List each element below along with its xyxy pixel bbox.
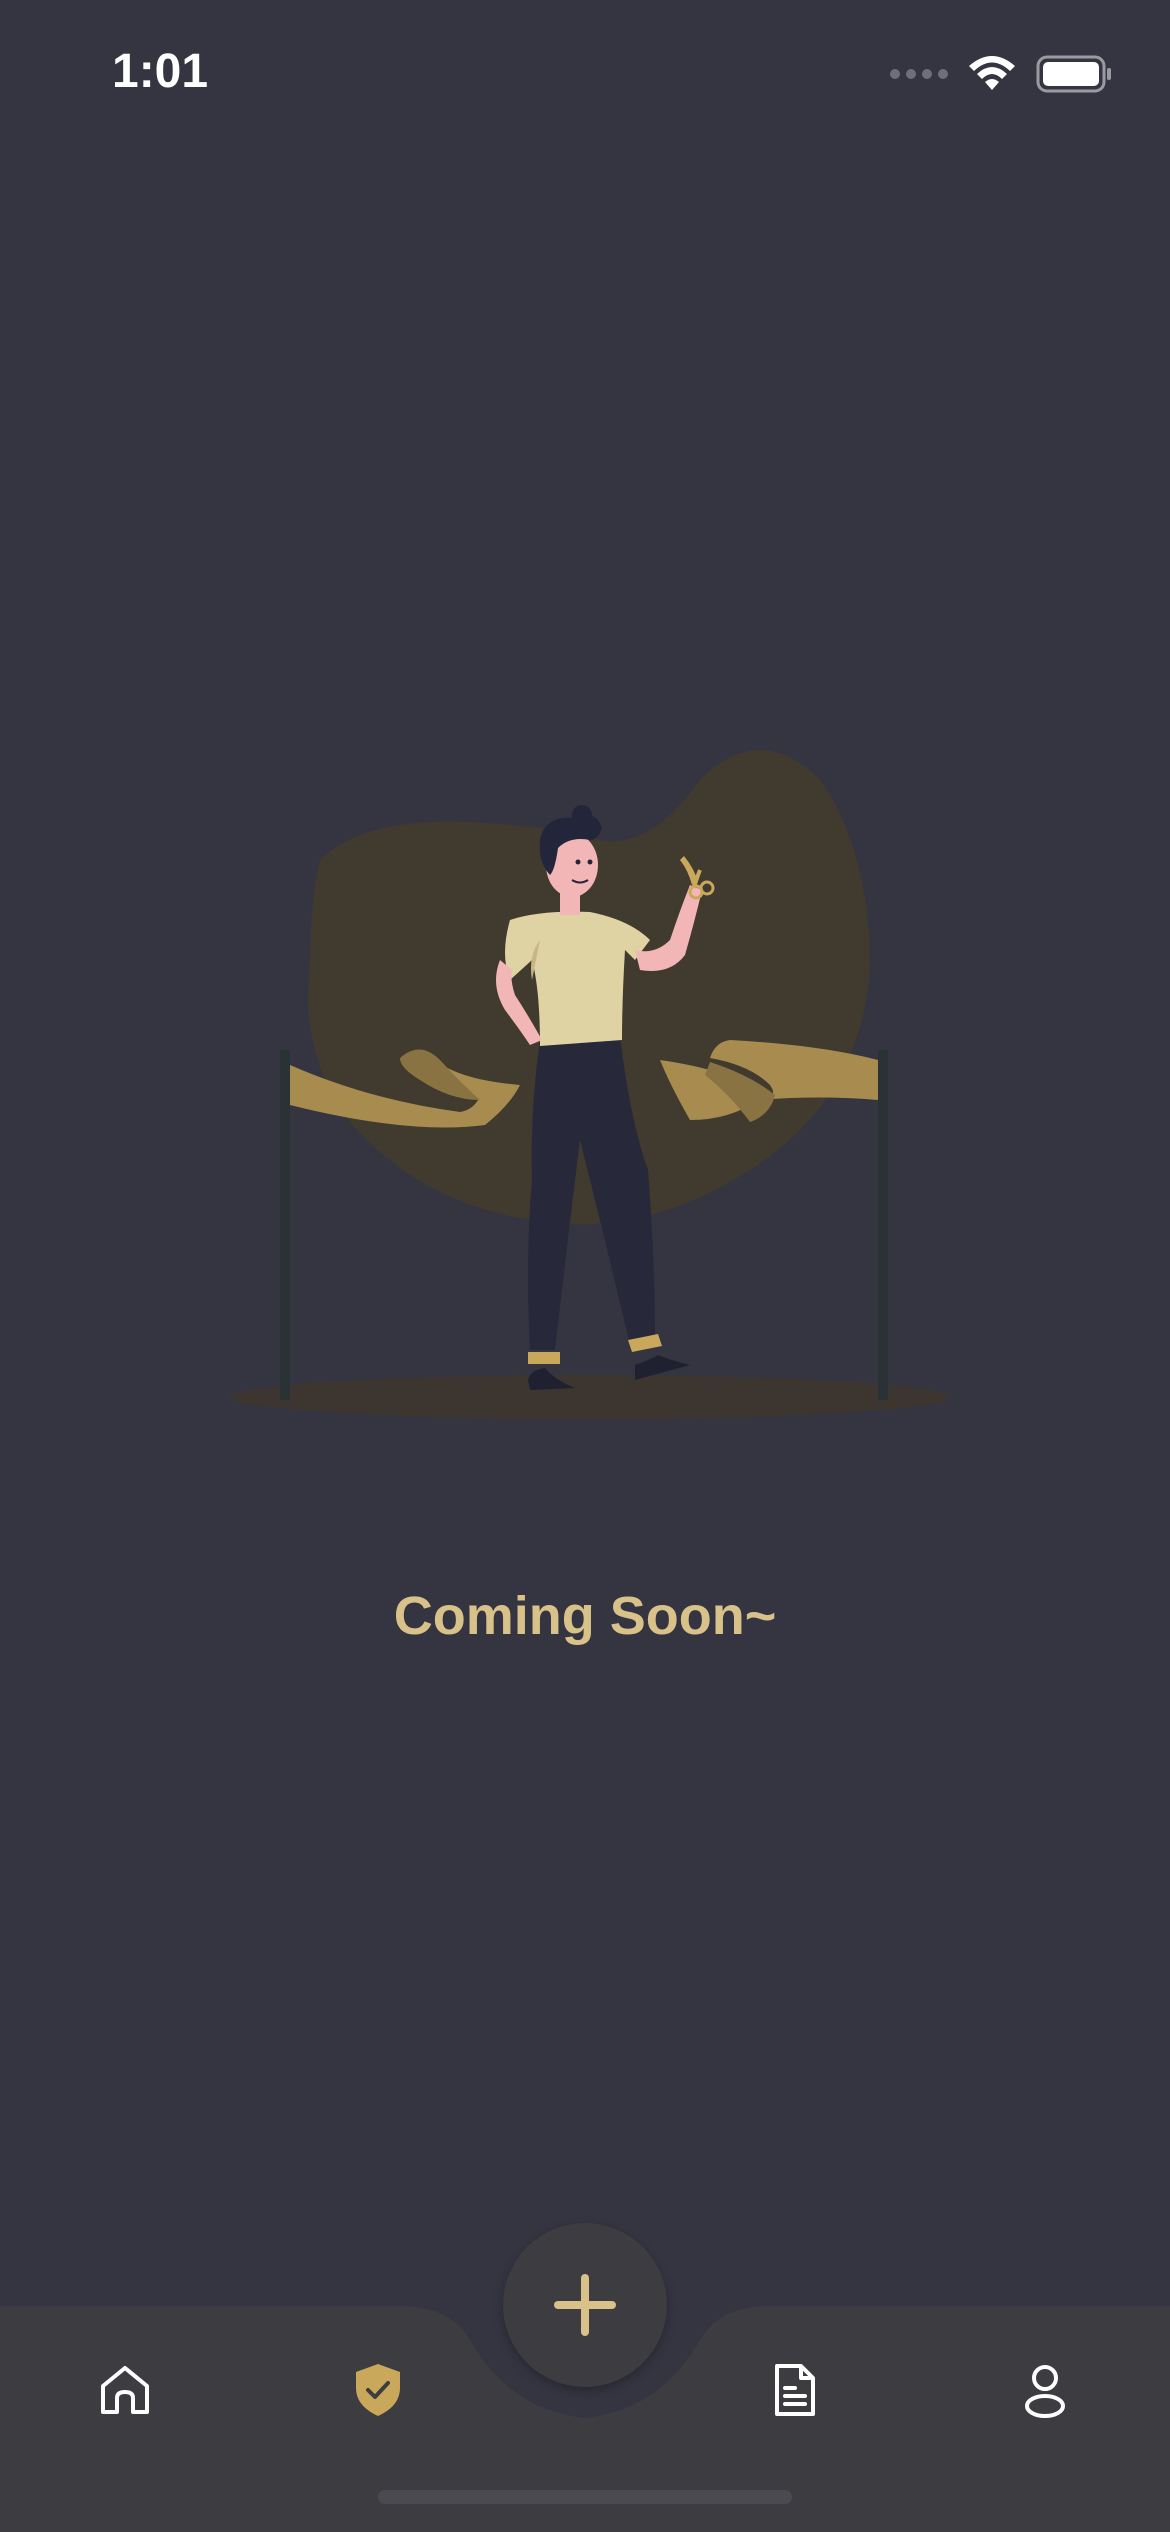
cellular-signal-icon [890,69,948,79]
tab-shield[interactable] [343,2355,413,2425]
home-icon [101,2366,149,2414]
tab-documents[interactable] [760,2355,830,2425]
document-icon [775,2364,815,2416]
user-icon [1025,2365,1065,2418]
coming-soon-screen: 1:01 Coming Soon~ [0,0,1170,2532]
shield-check-icon [356,2364,400,2416]
plus-icon [554,2274,616,2336]
battery-icon [1036,55,1111,93]
tab-profile[interactable] [1010,2355,1080,2425]
ribbon-cutting-illustration [230,750,950,1419]
home-indicator [378,2490,792,2504]
status-icons [890,50,1114,98]
wifi-icon [969,56,1015,90]
add-button[interactable] [503,2223,667,2387]
tab-home[interactable] [90,2355,160,2425]
status-bar: 1:01 [0,0,1170,140]
status-time: 1:01 [112,45,209,98]
coming-soon-message: Coming Soon~ [393,1586,777,1646]
